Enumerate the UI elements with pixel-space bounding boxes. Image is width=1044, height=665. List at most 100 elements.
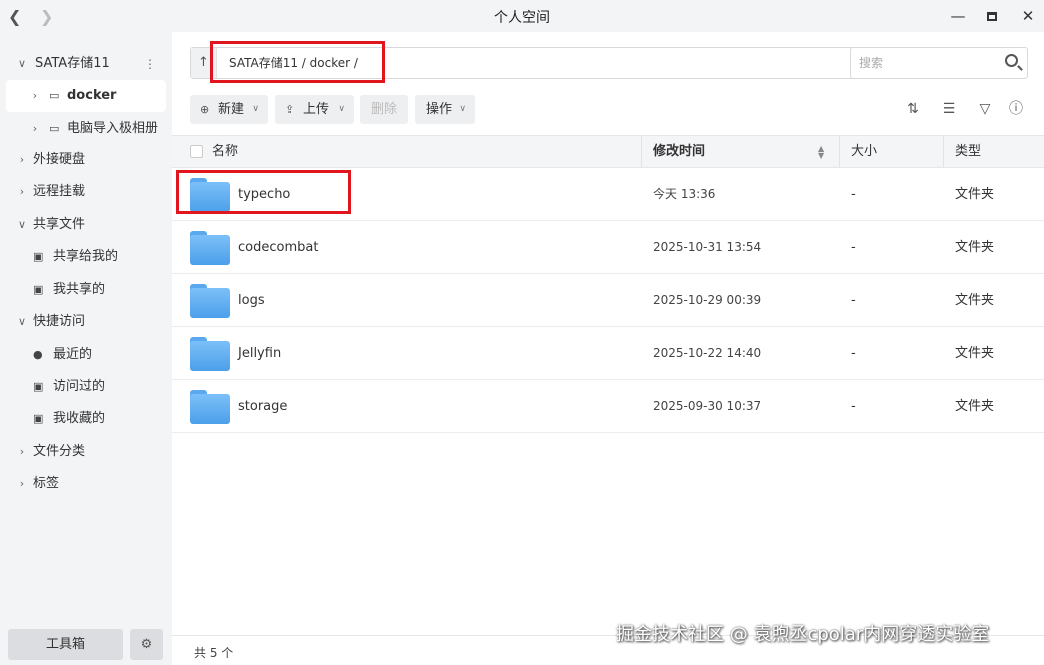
sidebar-item-label: 最近的 <box>53 347 93 362</box>
toolbox-button[interactable]: 工具箱 <box>8 629 123 660</box>
sidebar-item-favorites[interactable]: ▣ 我收藏的 <box>0 403 172 435</box>
highlight-box-path <box>210 41 385 83</box>
folder-icon: ▭ <box>49 89 60 102</box>
close-button[interactable]: ✕ <box>1018 6 1038 26</box>
highlight-box-row <box>176 170 351 214</box>
file-size: - <box>851 293 856 308</box>
sidebar-item-label: 电脑导入极相册 <box>67 121 159 136</box>
delete-button[interactable]: 删除 <box>360 95 408 124</box>
sidebar-item-label: 共享文件 <box>33 217 86 232</box>
folder-icon: ▭ <box>49 122 60 135</box>
sidebar-item-label: SATA存储11 <box>35 56 110 71</box>
sidebar-item-tags[interactable]: › 标签 <box>0 468 172 500</box>
maximize-button[interactable] <box>982 6 1002 26</box>
chevron-right-icon: › <box>19 185 25 198</box>
select-all-checkbox[interactable] <box>190 145 203 158</box>
table-row[interactable]: Jellyfin 2025-10-22 14:40 - 文件夹 <box>172 327 1044 380</box>
action-button[interactable]: 操作 ∨ <box>415 95 475 124</box>
sidebar-item-label: 共享给我的 <box>53 249 119 264</box>
search-placeholder: 搜索 <box>859 56 884 70</box>
table-row[interactable]: codecombat 2025-10-31 13:54 - 文件夹 <box>172 221 1044 274</box>
sidebar-item-visited[interactable]: ▣ 访问过的 <box>0 371 172 403</box>
sidebar-item-label: 访问过的 <box>53 379 106 394</box>
sidebar-item-external-drive[interactable]: › 外接硬盘 <box>0 144 172 176</box>
modified-time: 2025-09-30 10:37 <box>653 399 762 413</box>
column-divider[interactable] <box>839 136 840 167</box>
file-size: - <box>851 187 856 202</box>
column-header-modified[interactable]: 修改时间 <box>653 136 705 167</box>
sidebar-item-file-categories[interactable]: › 文件分类 <box>0 436 172 468</box>
column-header-name[interactable]: 名称 <box>212 136 238 167</box>
table-row[interactable]: storage 2025-09-30 10:37 - 文件夹 <box>172 380 1044 433</box>
file-type: 文件夹 <box>955 399 995 414</box>
table-row[interactable]: logs 2025-10-29 00:39 - 文件夹 <box>172 274 1044 327</box>
sidebar-item-photo-import[interactable]: › ▭ 电脑导入极相册 <box>0 113 172 145</box>
info-icon[interactable]: ⓘ <box>1005 98 1027 120</box>
plus-circle-icon: ⊕ <box>200 103 210 116</box>
folder-icon <box>190 284 230 318</box>
sidebar-item-docker[interactable]: › ▭ docker <box>6 80 166 112</box>
clock-icon: ● <box>33 348 43 361</box>
chevron-right-icon: › <box>19 445 25 458</box>
chevron-down-icon: ∨ <box>17 315 27 328</box>
upload-button-label: 上传 <box>303 102 330 117</box>
modified-time: 2025-10-22 14:40 <box>653 346 762 360</box>
sidebar-item-storage[interactable]: ∨ SATA存储11 ⋮ <box>0 48 172 80</box>
folder-icon <box>190 231 230 265</box>
file-name[interactable]: codecombat <box>238 221 318 274</box>
file-type: 文件夹 <box>955 293 995 308</box>
file-size: - <box>851 346 856 361</box>
delete-button-label: 删除 <box>371 102 398 117</box>
file-name[interactable]: storage <box>238 380 287 433</box>
share-icon: ▣ <box>33 283 44 296</box>
item-count: 共 5 个 <box>194 646 234 660</box>
sort-icon[interactable]: ▲ ▼ <box>818 145 824 160</box>
upload-button[interactable]: ⇪ 上传 ∨ <box>275 95 354 124</box>
sort-view-icon[interactable]: ⇅ <box>902 98 924 120</box>
list-view-icon[interactable]: ☰ <box>938 98 960 120</box>
column-header-type[interactable]: 类型 <box>955 136 981 167</box>
chevron-right-icon: › <box>19 477 25 490</box>
sidebar-item-label: 我收藏的 <box>53 411 106 426</box>
new-button-label: 新建 <box>218 102 245 117</box>
sidebar-item-quick-access[interactable]: ∨ 快捷访问 <box>0 306 172 338</box>
gear-icon[interactable]: ⚙ <box>130 629 163 660</box>
folder-icon <box>190 390 230 424</box>
chevron-right-icon[interactable]: › <box>29 80 41 112</box>
main-panel: ↑ SATA存储11 / docker / ↻ 搜索 ⊕ 新建 ∨ ⇪ 上传 ∨… <box>172 32 1044 665</box>
sidebar-item-label: 外接硬盘 <box>33 152 86 167</box>
column-divider[interactable] <box>641 136 642 167</box>
new-button[interactable]: ⊕ 新建 ∨ <box>190 95 268 124</box>
sidebar-item-shared-with-me[interactable]: ▣ 共享给我的 <box>0 241 172 273</box>
chevron-down-icon: ∨ <box>459 104 466 114</box>
chevron-right-icon[interactable]: › <box>29 113 41 145</box>
sidebar-item-label: 文件分类 <box>33 444 86 459</box>
file-size: - <box>851 240 856 255</box>
column-header-size[interactable]: 大小 <box>851 136 877 167</box>
column-divider[interactable] <box>943 136 944 167</box>
folder-visited-icon: ▣ <box>33 380 44 393</box>
filter-icon[interactable]: ▽ <box>974 98 996 120</box>
sidebar: ∨ SATA存储11 ⋮ › ▭ docker › ▭ 电脑导入极相册 › 外接… <box>0 32 172 665</box>
sidebar-item-shared-files[interactable]: ∨ 共享文件 <box>0 209 172 241</box>
file-type: 文件夹 <box>955 187 995 202</box>
search-input[interactable]: 搜索 <box>850 47 1028 79</box>
folder-star-icon: ▣ <box>33 412 44 425</box>
action-button-label: 操作 <box>426 102 453 117</box>
sidebar-item-remote-mount[interactable]: › 远程挂载 <box>0 176 172 208</box>
more-vertical-icon[interactable]: ⋮ <box>144 48 156 80</box>
search-icon[interactable] <box>1005 54 1018 67</box>
chevron-down-icon: ∨ <box>338 104 345 114</box>
chevron-right-icon: › <box>19 153 25 166</box>
window-title: 个人空间 <box>494 10 550 26</box>
minimize-button[interactable]: — <box>948 6 968 26</box>
sidebar-item-label: 标签 <box>33 476 60 491</box>
chevron-down-icon: ∨ <box>17 218 27 231</box>
sidebar-item-my-shares[interactable]: ▣ 我共享的 <box>0 274 172 306</box>
file-name[interactable]: logs <box>238 274 265 327</box>
file-type: 文件夹 <box>955 346 995 361</box>
sidebar-item-label: 快捷访问 <box>33 314 86 329</box>
file-name[interactable]: Jellyfin <box>238 327 281 380</box>
title-bar: ❮ ❯ 个人空间 — ✕ <box>0 0 1044 32</box>
sidebar-item-recent[interactable]: ● 最近的 <box>0 339 172 371</box>
